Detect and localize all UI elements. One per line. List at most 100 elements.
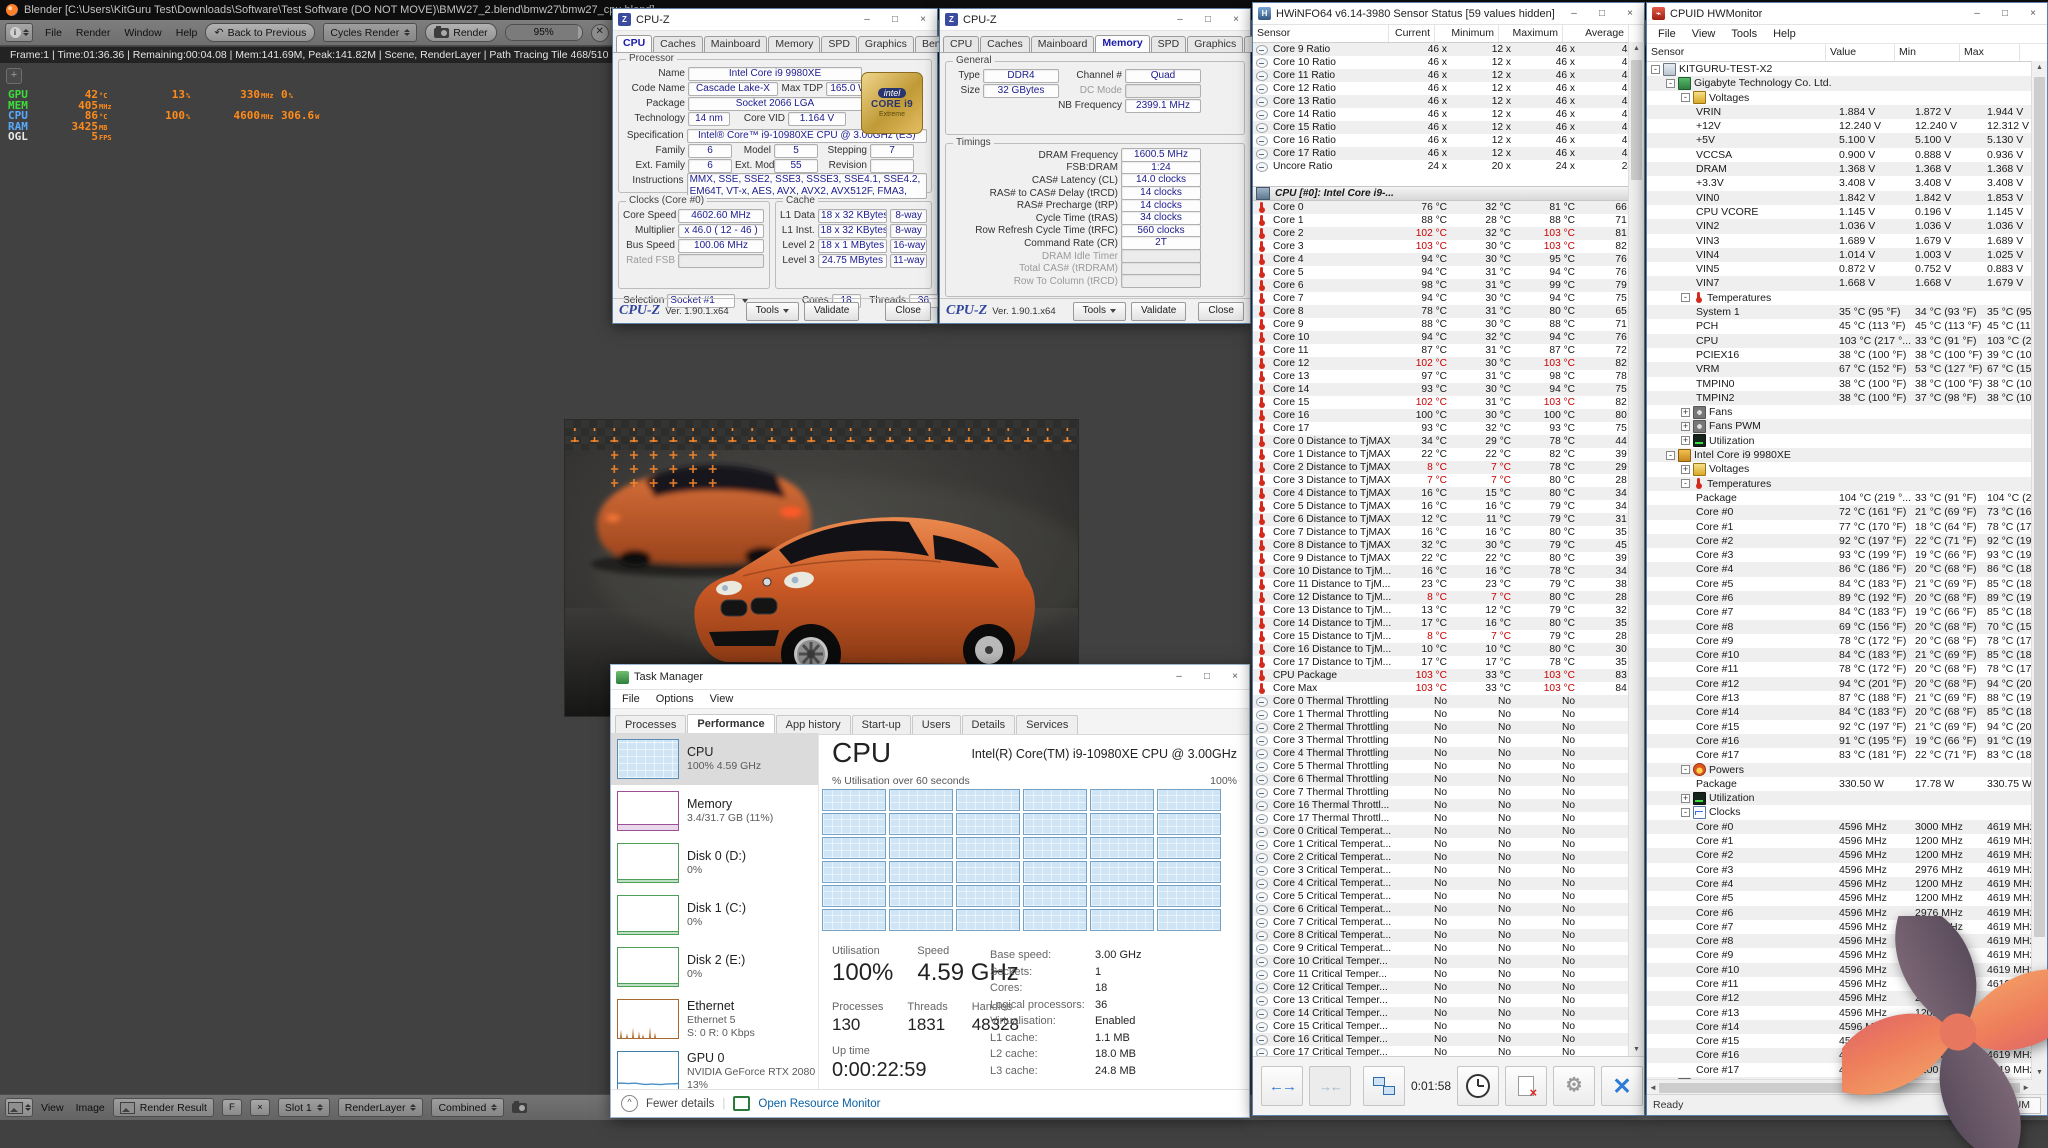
minimize-icon[interactable]: – bbox=[1560, 3, 1588, 24]
sensor-row[interactable]: Core 16 Distance to TjM...10 °C10 °C80 °… bbox=[1253, 643, 1644, 656]
cpuz1-title-bar[interactable]: Z CPU-Z – □ × bbox=[613, 9, 937, 31]
sensor-row[interactable]: Core 4 Distance to TjMAX16 °C15 °C80 °C3… bbox=[1253, 487, 1644, 500]
tab-graphics[interactable]: Graphics bbox=[1187, 36, 1243, 52]
tree-row[interactable]: -Powers bbox=[1647, 763, 2047, 777]
sidebar-item-disk-0-d-[interactable]: Disk 0 (D:)0% bbox=[611, 837, 818, 889]
sensor-row[interactable]: Core 0 Critical Temperat...NoNoNo bbox=[1253, 825, 1644, 838]
sensor-row[interactable]: Core 11 Critical Temper...NoNoNo bbox=[1253, 968, 1644, 981]
sensor-row[interactable]: Core 1793 °C32 °C93 °C75 °C bbox=[1253, 422, 1644, 435]
minimize-icon[interactable]: – bbox=[1165, 665, 1193, 689]
tree-row[interactable]: DRAM1.368 V1.368 V1.368 V bbox=[1647, 162, 2047, 176]
sensor-row[interactable]: Core 12 Ratio46 x12 x46 x42 x bbox=[1253, 82, 1644, 95]
sensor-row[interactable]: Core 6 Thermal ThrottlingNoNoNo bbox=[1253, 773, 1644, 786]
close-button[interactable]: Close bbox=[885, 302, 931, 321]
close-icon[interactable]: × bbox=[2019, 3, 2047, 24]
tree-row[interactable]: Core #177 °C (170 °F)18 °C (64 °F)78 °C … bbox=[1647, 520, 2047, 534]
tab-graphics[interactable]: Graphics bbox=[858, 36, 914, 52]
column-header-max[interactable]: Max bbox=[1960, 44, 2020, 61]
sensor-row[interactable]: Core 7 Critical Temperat...NoNoNo bbox=[1253, 916, 1644, 929]
tab-mainboard[interactable]: Mainboard bbox=[704, 36, 768, 52]
sensor-row[interactable]: Core 4 Thermal ThrottlingNoNoNo bbox=[1253, 747, 1644, 760]
tree-row[interactable]: PCIEX1638 °C (100 °F)38 °C (100 °F)39 °C… bbox=[1647, 348, 2047, 362]
tab-app-history[interactable]: App history bbox=[776, 715, 851, 734]
tree-row[interactable]: +12V12.240 V12.240 V12.312 V bbox=[1647, 119, 2047, 133]
tree-row[interactable]: -Temperatures bbox=[1647, 477, 2047, 491]
tab-spd[interactable]: SPD bbox=[821, 36, 857, 52]
maximize-icon[interactable]: □ bbox=[1194, 9, 1222, 30]
sensor-row[interactable]: Core 1 Thermal ThrottlingNoNoNo bbox=[1253, 708, 1644, 721]
renderpass-select[interactable]: Combined bbox=[431, 1098, 504, 1117]
sensor-row[interactable]: Core 988 °C30 °C88 °C71 °C bbox=[1253, 318, 1644, 331]
tree-row[interactable]: Core #1691 °C (195 °F)19 °C (66 °F)91 °C… bbox=[1647, 734, 2047, 748]
tree-row[interactable]: Core #14596 MHz1200 MHz4619 MHz bbox=[1647, 834, 2047, 848]
tree-row[interactable]: PCH45 °C (113 °F)45 °C (113 °F)45 °C (11… bbox=[1647, 319, 2047, 333]
column-header-minimum[interactable]: Minimum bbox=[1435, 25, 1499, 42]
tab-memory[interactable]: Memory bbox=[1095, 35, 1149, 52]
expand-columns-button[interactable]: ←→ bbox=[1261, 1066, 1303, 1106]
menu-view[interactable]: View bbox=[1685, 28, 1723, 40]
sensor-row[interactable]: Core 878 °C31 °C80 °C65 °C bbox=[1253, 305, 1644, 318]
column-header-sensor[interactable]: Sensor bbox=[1647, 44, 1826, 61]
sensor-row[interactable]: Core 16 Critical Temper...NoNoNo bbox=[1253, 1033, 1644, 1046]
tree-row[interactable]: +Utilization bbox=[1647, 434, 2047, 448]
sensor-row[interactable]: Core 15102 °C31 °C103 °C82 °C bbox=[1253, 396, 1644, 409]
back-to-previous-button[interactable]: ↶ Back to Previous bbox=[205, 23, 315, 42]
sensor-row[interactable]: Core 15 Ratio46 x12 x46 x41 x bbox=[1253, 121, 1644, 134]
tree-row[interactable]: Core #1294 °C (201 °F)20 °C (68 °F)94 °C… bbox=[1647, 677, 2047, 691]
minimize-icon[interactable]: – bbox=[1166, 9, 1194, 30]
expander-collapse-icon[interactable]: - bbox=[1681, 93, 1690, 102]
tree-row[interactable]: VRM67 °C (152 °F)53 °C (127 °F)67 °C (15… bbox=[1647, 362, 2047, 376]
tree-row[interactable]: VIN50.872 V0.752 V0.883 V bbox=[1647, 262, 2047, 276]
menu-view[interactable]: View bbox=[703, 693, 741, 705]
expander-collapse-icon[interactable]: - bbox=[1681, 293, 1690, 302]
tree-row[interactable]: Core #1084 °C (183 °F)21 °C (69 °F)85 °C… bbox=[1647, 648, 2047, 662]
sensor-row[interactable]: Core 5 Distance to TjMAX16 °C16 °C79 °C3… bbox=[1253, 500, 1644, 513]
sensor-row[interactable]: Core 13 Critical Temper...NoNoNo bbox=[1253, 994, 1644, 1007]
sensor-row[interactable]: Core 3103 °C30 °C103 °C82 °C bbox=[1253, 240, 1644, 253]
scroll-up-icon[interactable]: ▲ bbox=[1629, 42, 1644, 56]
sensor-row[interactable]: CPU Package103 °C33 °C103 °C83 °C bbox=[1253, 669, 1644, 682]
sensor-row[interactable]: Core 2 Critical Temperat...NoNoNo bbox=[1253, 851, 1644, 864]
expander-collapse-icon[interactable]: - bbox=[1651, 65, 1660, 74]
tree-row[interactable]: CPU103 °C (217 °...33 °C (91 °F)103 °C (… bbox=[1647, 334, 2047, 348]
sensor-row[interactable]: Core 188 °C28 °C88 °C71 °C bbox=[1253, 214, 1644, 227]
tab-caches[interactable]: Caches bbox=[980, 36, 1030, 52]
sensor-row[interactable]: Core 11 Distance to TjM...23 °C23 °C79 °… bbox=[1253, 578, 1644, 591]
sensor-row[interactable]: Core 1187 °C31 °C87 °C72 °C bbox=[1253, 344, 1644, 357]
cpuz2-title-bar[interactable]: Z CPU-Z – □ × bbox=[940, 9, 1250, 31]
tree-row[interactable]: Core #584 °C (183 °F)21 °C (69 °F)85 °C … bbox=[1647, 577, 2047, 591]
sensor-row[interactable]: Core 1 Critical Temperat...NoNoNo bbox=[1253, 838, 1644, 851]
column-header-maximum[interactable]: Maximum bbox=[1499, 25, 1563, 42]
close-icon[interactable]: × bbox=[1222, 9, 1250, 30]
sensor-row[interactable]: Core 16 Ratio46 x12 x46 x41 x bbox=[1253, 134, 1644, 147]
network-monitoring-button[interactable] bbox=[1363, 1066, 1405, 1106]
tree-row[interactable]: CPU VCORE1.145 V0.196 V1.145 V bbox=[1647, 205, 2047, 219]
tree-row[interactable]: +Fans bbox=[1647, 405, 2047, 419]
sensor-row[interactable]: Core 11 Ratio46 x12 x46 x43 x bbox=[1253, 69, 1644, 82]
hwinfo-vscrollbar[interactable]: ▲ ▼ bbox=[1628, 42, 1644, 1057]
tree-row[interactable]: VIN01.842 V1.842 V1.853 V bbox=[1647, 191, 2047, 205]
expander-collapse-icon[interactable]: - bbox=[1666, 79, 1675, 88]
sidebar-item-disk-2-e-[interactable]: Disk 2 (E:)0% bbox=[611, 941, 818, 993]
menu-help[interactable]: Help bbox=[1766, 28, 1803, 40]
tab-memory[interactable]: Memory bbox=[768, 36, 820, 52]
sensor-row[interactable]: Core 076 °C32 °C81 °C66 °C bbox=[1253, 201, 1644, 214]
sensor-row[interactable]: Core 8 Critical Temperat...NoNoNo bbox=[1253, 929, 1644, 942]
tree-row[interactable]: -Temperatures bbox=[1647, 291, 2047, 305]
expander-expand-icon[interactable]: + bbox=[1681, 465, 1690, 474]
scroll-down-icon[interactable]: ▼ bbox=[1629, 1043, 1644, 1057]
tree-row[interactable]: System 135 °C (95 °F)34 °C (93 °F)35 °C … bbox=[1647, 305, 2047, 319]
sensor-row[interactable]: Core 5 Thermal ThrottlingNoNoNo bbox=[1253, 760, 1644, 773]
tree-row[interactable]: Core #978 °C (172 °F)20 °C (68 °F)78 °C … bbox=[1647, 634, 2047, 648]
sidebar-item-ethernet[interactable]: EthernetEthernet 5S: 0 R: 0 Kbps bbox=[611, 993, 818, 1045]
hwinfo-title-bar[interactable]: H HWiNFO64 v6.14-3980 Sensor Status [59 … bbox=[1253, 3, 1644, 25]
cancel-render-button[interactable]: ✕ bbox=[591, 24, 609, 42]
expander-expand-icon[interactable]: + bbox=[1681, 422, 1690, 431]
sensor-row[interactable]: Core 698 °C31 °C99 °C79 °C bbox=[1253, 279, 1644, 292]
sensor-row[interactable]: Core 6 Distance to TjMAX12 °C11 °C79 °C3… bbox=[1253, 513, 1644, 526]
tree-row[interactable]: Core #44596 MHz1200 MHz4619 MHz bbox=[1647, 877, 2047, 891]
tree-row[interactable]: VIN71.668 V1.668 V1.679 V bbox=[1647, 276, 2047, 290]
tab-cpu[interactable]: CPU bbox=[616, 35, 652, 52]
tree-row[interactable]: Package104 °C (219 °...33 °C (91 °F)104 … bbox=[1647, 491, 2047, 505]
editor-type-selector[interactable]: i bbox=[5, 23, 33, 42]
